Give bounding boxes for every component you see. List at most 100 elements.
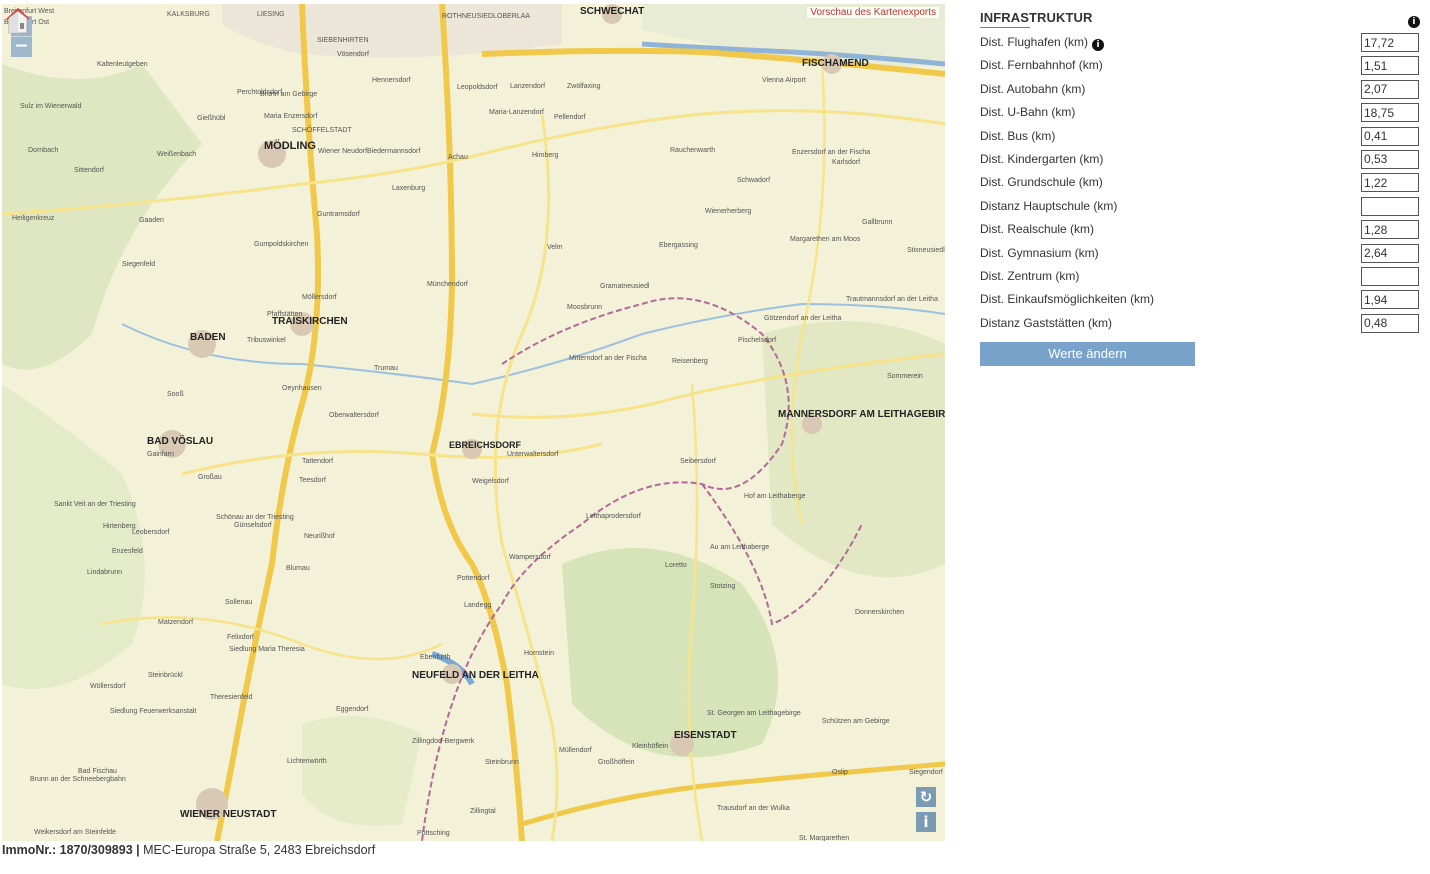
place-label: Hornstein — [524, 650, 554, 657]
place-label: Ebergassing — [659, 242, 698, 249]
map-view[interactable]: Breitenfurt WestBreitenfurt OstKALKSBURG… — [2, 4, 945, 841]
place-label: Gumpoldskirchen — [254, 241, 309, 248]
place-label: Pellendorf — [554, 114, 586, 121]
place-label: Tribuswinkel — [247, 337, 286, 344]
distance-label: Dist. Zentrum (km) — [980, 269, 1079, 283]
panel-title: INFRASTRUKTUR — [980, 10, 1093, 25]
refresh-map-button[interactable]: ↻ — [916, 787, 936, 807]
change-values-button[interactable]: Werte ändern — [980, 342, 1195, 366]
place-label: Heiligenkreuz — [12, 215, 55, 222]
place-label: Sulz im Wienerwald — [20, 103, 82, 110]
place-label: Zwölfaxing — [567, 83, 601, 90]
forest-area-southwest — [2, 384, 145, 689]
distance-input[interactable] — [1361, 79, 1419, 99]
distance-label-text: Dist. U-Bahn (km) — [980, 105, 1076, 120]
map-info-button[interactable]: i — [916, 812, 936, 832]
distance-input[interactable] — [1361, 266, 1419, 286]
place-label: Gramatneusiedl — [600, 283, 650, 290]
place-label: Donnerskirchen — [855, 609, 904, 616]
place-label: Lindabrunn — [87, 569, 122, 576]
distance-input[interactable] — [1361, 126, 1419, 146]
immo-number: ImmoNr.: 1870/309893 — [2, 843, 133, 857]
place-label: Teesdorf — [299, 477, 326, 484]
distance-label: Dist. Flughafen (km) i — [980, 35, 1105, 51]
place-label: St. Georgen am Leithagebirge — [707, 710, 801, 717]
place-label: Sankt Veit an der Triesting — [54, 501, 136, 508]
distance-row: Dist. Einkaufsmöglichkeiten (km) — [980, 289, 1420, 312]
distance-input[interactable] — [1361, 33, 1419, 52]
place-label: OBERLAA — [497, 13, 530, 20]
info-icon[interactable]: i — [1408, 16, 1420, 28]
place-label: Leithaprodersdorf — [586, 513, 641, 520]
place-label: EBREICHSDORF — [449, 440, 522, 450]
place-label: Achau — [448, 154, 468, 161]
place-label: Münchendorf — [427, 281, 468, 288]
distance-input[interactable] — [1361, 243, 1419, 263]
place-label: Tattendorf — [302, 458, 333, 465]
distance-row: Dist. Gymnasium (km) — [980, 243, 1420, 266]
place-label: Theresienfeld — [210, 694, 253, 701]
distance-row: Dist. Realschule (km) — [980, 219, 1420, 242]
place-label: Großhöflein — [598, 759, 635, 766]
place-label: Sollenau — [225, 599, 252, 606]
distance-input[interactable] — [1361, 173, 1419, 193]
place-label: BAD VÖSLAU — [147, 434, 213, 447]
place-label: Götzendorf an der Leitha — [764, 315, 842, 322]
place-label: Enzersdorf an der Fischa — [792, 149, 870, 156]
place-label: WIENER NEUSTADT — [180, 809, 276, 820]
distance-input[interactable] — [1361, 56, 1419, 76]
place-label: Leobersdorf — [132, 529, 169, 536]
place-label: Velm — [547, 244, 563, 251]
distance-row: Dist. Grundschule (km) — [980, 172, 1420, 195]
zoom-out-button[interactable]: − — [11, 37, 32, 57]
place-label: Unterwaltersdorf — [507, 451, 558, 458]
distance-input[interactable] — [1361, 220, 1419, 240]
distance-label-text: Dist. Bus (km) — [980, 128, 1056, 143]
place-label: Schwadorf — [737, 177, 770, 184]
distance-input[interactable] — [1361, 290, 1419, 310]
distance-label: Dist. Autobahn (km) — [980, 82, 1085, 96]
place-label: Siegendorf — [909, 769, 943, 776]
distance-label: Distanz Hauptschule (km) — [980, 199, 1117, 213]
map-canvas[interactable]: Breitenfurt WestBreitenfurt OstKALKSBURG… — [2, 4, 945, 841]
place-label: Brunn an der Schneebergbahn — [30, 776, 126, 783]
info-icon[interactable]: i — [1092, 39, 1105, 51]
place-label: Trautmannsdorf an der Leitha — [846, 296, 938, 303]
place-label: Oeynhausen — [282, 385, 322, 392]
place-label: Schützen am Gebirge — [822, 718, 890, 725]
property-house-icon[interactable] — [2, 4, 34, 36]
place-label: Oslip — [832, 769, 848, 776]
distance-label: Distanz Gaststätten (km) — [980, 316, 1112, 330]
place-label: Hirtenberg — [103, 523, 136, 530]
distance-row: Dist. Bus (km) — [980, 126, 1420, 149]
distance-label: Dist. Gymnasium (km) — [980, 246, 1099, 260]
place-label: Sooß — [167, 391, 184, 398]
distance-input[interactable] — [1361, 313, 1419, 333]
place-label: Lanzendorf — [510, 83, 545, 90]
place-label: Steinbrunn — [485, 759, 519, 766]
forest-leithagebirge — [562, 548, 778, 758]
distance-list: Dist. Flughafen (km)i Dist. Fernbahnhof (… — [980, 32, 1420, 336]
place-label: Stotzing — [710, 583, 735, 590]
distance-label-text: Distanz Gaststätten (km) — [980, 315, 1113, 330]
distance-label-text: Dist. Flughafen (km) — [980, 35, 1089, 49]
place-label: Pöttsching — [417, 830, 450, 837]
place-label: Weißenbach — [157, 151, 196, 158]
distance-label: Dist. Bus (km) — [980, 129, 1055, 143]
place-label: SCHWECHAT — [580, 6, 644, 17]
place-label: Kleinhöflein — [632, 743, 668, 750]
distance-label-text: Dist. Gymnasium (km) — [980, 245, 1099, 260]
place-label: Mitterndorf an der Fischa — [569, 355, 647, 362]
place-label: Dornbach — [28, 147, 58, 154]
place-label: FISCHAMEND — [802, 58, 869, 69]
place-label: Weikersdorf am Steinfelde — [34, 829, 116, 836]
distance-input[interactable] — [1361, 196, 1419, 216]
place-label: Gaaden — [139, 217, 164, 224]
place-label: Pottendorf — [457, 575, 489, 582]
place-label: LIESING — [257, 11, 285, 18]
distance-input[interactable] — [1361, 103, 1419, 123]
place-label: MANNERSDORF AM LEITHAGEBIRGE — [778, 409, 945, 420]
footer-separator: | — [136, 843, 140, 857]
distance-input[interactable] — [1361, 149, 1419, 169]
infrastructure-panel: INFRASTRUKTUR i Dist. Flughafen (km)iDis… — [980, 10, 1420, 366]
